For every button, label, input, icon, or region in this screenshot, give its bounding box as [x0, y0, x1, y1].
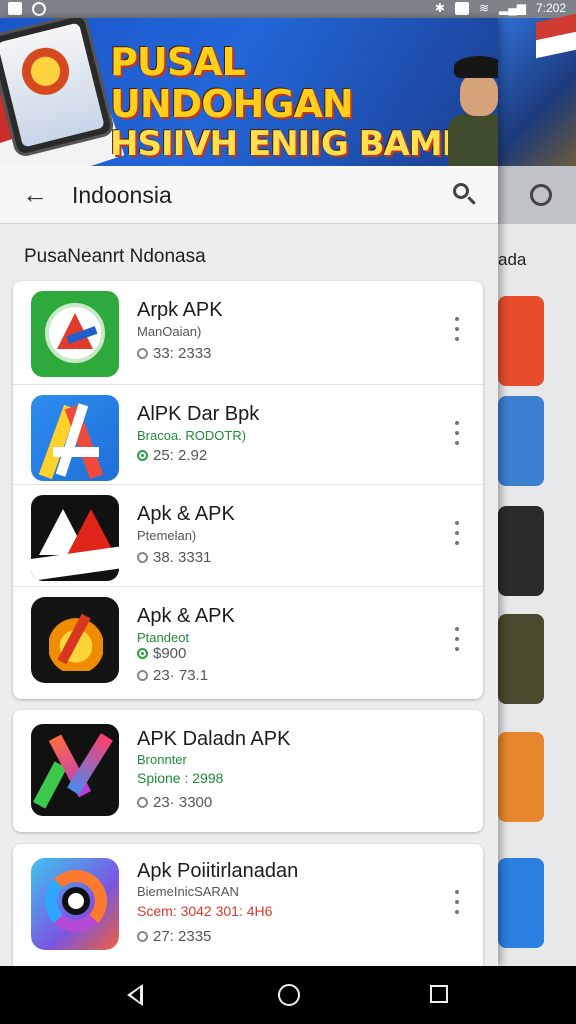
- app-list-card: Arpk APK ManOaian) 33: 2333 AlPK Dar Bpk…: [13, 281, 483, 699]
- app-name: Arpk APK: [137, 299, 223, 321]
- app-icon: [31, 395, 119, 481]
- app-publisher: ManOaian): [137, 324, 202, 339]
- status-dot-icon: [137, 348, 148, 359]
- system-nav-bar: [0, 966, 576, 1024]
- signal-icon: ▂▄▆: [499, 1, 526, 15]
- app-stat: 38. 3331: [137, 549, 211, 566]
- status-dot-icon: [137, 648, 148, 659]
- app-name: APK Daladn APK: [137, 728, 291, 750]
- background-banner: [498, 13, 576, 166]
- status-dot-icon: [137, 931, 148, 942]
- app-detail: Scem: 3042 301: 4H6: [137, 903, 273, 919]
- section-title: PusaNeanrt Ndonasa: [24, 246, 206, 267]
- app-stat: $900: [137, 645, 186, 662]
- status-dot-icon: [137, 670, 148, 681]
- list-item[interactable]: AlPK Dar Bpk Bracoa. RODOTR) 25: 2.92: [13, 385, 483, 485]
- app-list-card: Apk Poiitirlanadan BiemeInicSARAN Scem: …: [13, 844, 483, 966]
- more-options-icon[interactable]: [453, 521, 461, 545]
- app-icon: [31, 495, 119, 581]
- background-page: ada: [498, 13, 576, 966]
- background-app-tile[interactable]: [498, 296, 544, 386]
- app-icon: [31, 858, 119, 950]
- background-app-tile[interactable]: [498, 396, 544, 486]
- app-name: AlPK Dar Bpk: [137, 403, 260, 425]
- flag-icon: [536, 13, 576, 59]
- status-dot-icon: [137, 552, 148, 563]
- status-bar: ✱ ≋ ▂▄▆ 7:202: [0, 0, 576, 18]
- app-name: Apk & APK: [137, 503, 235, 525]
- list-item[interactable]: Apk Poiitirlanadan BiemeInicSARAN Scem: …: [13, 844, 483, 966]
- app-list-card: APK Daladn APK Bronnter Spione : 2998 23…: [13, 710, 483, 832]
- promo-banner[interactable]: PUSAL UNDOHGAN HSIIVH ENIIG BAMI: [0, 18, 498, 166]
- status-time: 7:202: [535, 1, 566, 15]
- vibrate-icon: [454, 1, 469, 15]
- banner-headline: PUSAL UNDOHGAN HSIIVH ENIIG BAMI: [110, 40, 455, 164]
- app-stat: 27: 2335: [137, 928, 211, 945]
- banner-line-2: HSIIVH ENIIG BAMI: [110, 123, 454, 164]
- phone-illustration: [0, 18, 116, 159]
- app-stat: 25: 2.92: [137, 447, 207, 464]
- app-publisher: Bronnter: [137, 752, 187, 767]
- app-publisher: BiemeInicSARAN: [137, 884, 239, 899]
- back-arrow-icon[interactable]: ←: [18, 180, 52, 210]
- notification-icon: [8, 2, 22, 15]
- nav-home-icon[interactable]: [278, 984, 300, 1006]
- list-item[interactable]: Apk & APK Ptandeot $900 23· 73.1: [13, 587, 483, 699]
- background-app-tile[interactable]: [498, 732, 544, 822]
- background-subtitle: ada: [498, 250, 527, 269]
- background-app-tile[interactable]: [498, 506, 544, 596]
- app-icon: [31, 291, 119, 377]
- more-options-icon[interactable]: [453, 421, 461, 445]
- officer-illustration: [448, 56, 498, 166]
- app-panel: PUSAL UNDOHGAN HSIIVH ENIIG BAMI ← Indoo…: [0, 18, 498, 966]
- list-item[interactable]: Arpk APK ManOaian) 33: 2333: [13, 281, 483, 385]
- app-name: Apk & APK: [137, 605, 235, 627]
- status-dot-icon: [137, 797, 148, 808]
- app-stat: 33: 2333: [137, 345, 211, 362]
- app-detail: Spione : 2998: [137, 770, 224, 786]
- bluetooth-icon: ✱: [434, 1, 445, 15]
- app-icon: [31, 597, 119, 683]
- search-icon[interactable]: [450, 180, 480, 210]
- sync-icon: [32, 2, 46, 16]
- app-bar: ← Indoonsia: [0, 166, 498, 224]
- more-options-icon[interactable]: [453, 890, 461, 914]
- status-dot-icon: [137, 450, 148, 461]
- wifi-icon: ≋: [478, 1, 489, 15]
- nav-recents-icon[interactable]: [430, 985, 448, 1003]
- banner-line-1: PUSAL UNDOHGAN: [110, 40, 354, 126]
- list-item[interactable]: Apk & APK Ptemelan) 38. 3331: [13, 485, 483, 587]
- nav-back-icon[interactable]: [127, 984, 143, 1006]
- info-icon: [530, 184, 552, 206]
- app-stat: 23· 73.1: [137, 667, 208, 684]
- app-stat: 23· 3300: [137, 794, 212, 811]
- app-publisher: Bracoa. RODOTR): [137, 428, 247, 443]
- background-app-tile[interactable]: [498, 858, 544, 948]
- app-name: Apk Poiitirlanadan: [137, 860, 299, 882]
- phone-screen: ✱ ≋ ▂▄▆ 7:202 ada PUSAL UNDOHGAN HSIIVH …: [0, 0, 576, 1024]
- app-icon: [31, 724, 119, 816]
- app-publisher: Ptemelan): [137, 528, 197, 543]
- more-options-icon[interactable]: [453, 627, 461, 651]
- background-header: [498, 166, 576, 224]
- list-item[interactable]: APK Daladn APK Bronnter Spione : 2998 23…: [13, 710, 483, 832]
- page-title: Indoonsia: [72, 182, 172, 208]
- background-app-tile[interactable]: [498, 614, 544, 704]
- app-publisher: Ptandeot: [137, 630, 190, 645]
- more-options-icon[interactable]: [453, 317, 461, 341]
